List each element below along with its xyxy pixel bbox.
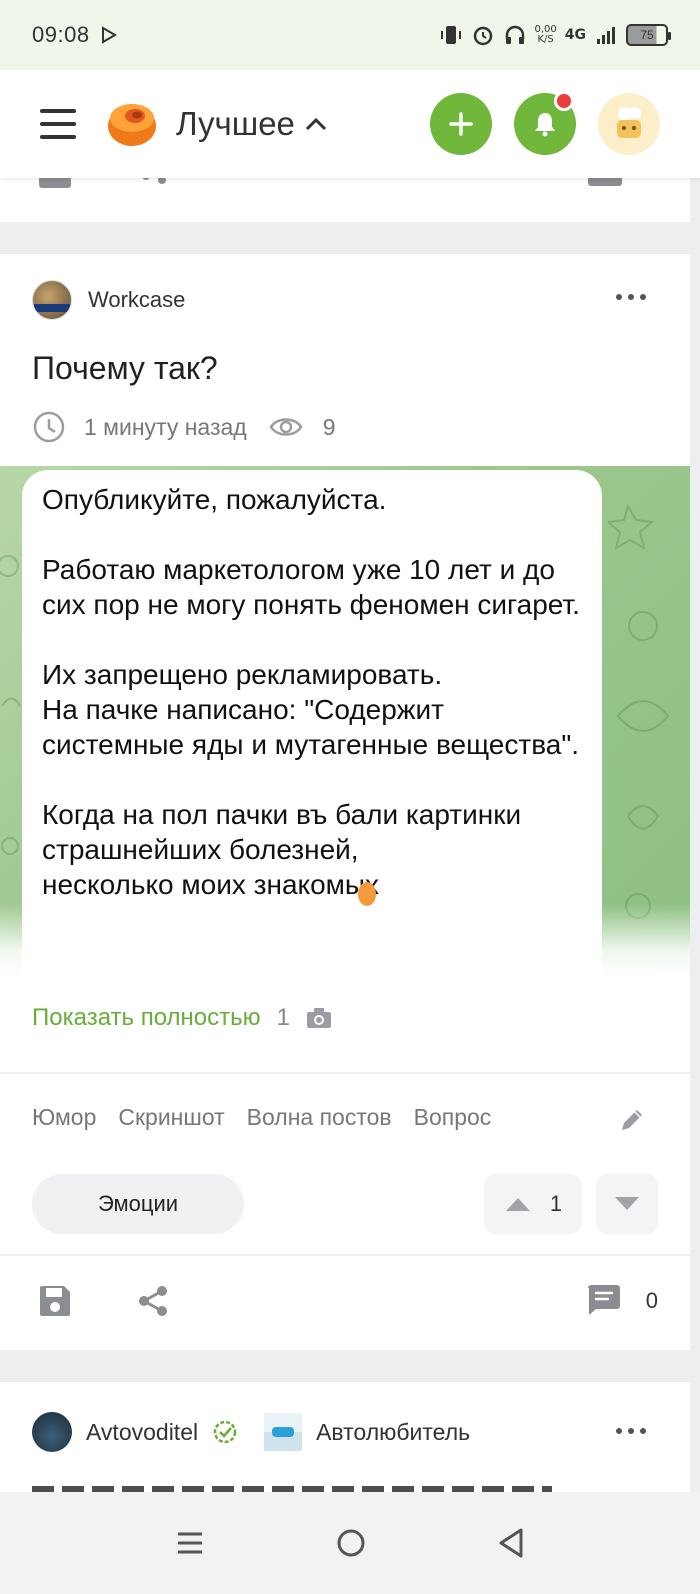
battery-icon: 75: [626, 24, 671, 46]
tag-item[interactable]: Вопрос: [414, 1104, 492, 1131]
views-count: 9: [322, 413, 336, 440]
rating-value: 1: [549, 1191, 563, 1216]
community-name[interactable]: Автолюбитель: [316, 1419, 470, 1446]
post-author[interactable]: Workcase: [32, 280, 185, 320]
photo-count: 1: [276, 1004, 290, 1031]
screenshot-text: Опубликуйте, пожалуйста. Работаю маркето…: [42, 484, 580, 900]
previous-post-actions: [0, 164, 690, 222]
show-full-row: Показать полностью 1: [32, 1004, 332, 1032]
status-time: 09:08: [32, 22, 90, 47]
plus-icon: [449, 112, 473, 136]
tag-item[interactable]: Волна постов: [247, 1104, 392, 1131]
menu-icon[interactable]: [40, 109, 76, 139]
author-name[interactable]: Avtovoditel: [86, 1419, 198, 1446]
home-icon[interactable]: [335, 1527, 367, 1559]
notification-dot: [554, 91, 574, 111]
more-options-icon[interactable]: [616, 294, 646, 300]
system-nav-bar: [0, 1492, 700, 1594]
post-meta: 1 минуту назад 9: [32, 410, 336, 444]
headphones-icon: [505, 25, 524, 44]
downvote-button[interactable]: [596, 1174, 658, 1234]
show-full-link[interactable]: Показать полностью: [32, 1004, 261, 1032]
camera-icon: [306, 1008, 331, 1028]
app-header: Лучшее: [0, 70, 700, 178]
save-icon[interactable]: [38, 1284, 72, 1318]
status-bar: 09:08 0,00 K/S 4G 75: [0, 0, 700, 70]
create-post-button[interactable]: [430, 93, 492, 155]
post-tags: Юмор Скриншот Волна постов Вопрос: [32, 1104, 491, 1131]
post-title[interactable]: Почему так?: [32, 350, 218, 387]
post-card: Workcase Почему так? 1 минуту назад 9 Оп…: [0, 254, 690, 1350]
alarm-icon: [473, 26, 492, 46]
upvote-button[interactable]: 1: [484, 1174, 582, 1234]
arrow-down-icon: [615, 1197, 639, 1210]
page-title[interactable]: Лучшее: [176, 105, 295, 143]
next-post-card: Avtovoditel Автолюбитель: [0, 1382, 690, 1502]
bell-icon: [535, 113, 555, 137]
notifications-button[interactable]: [514, 91, 576, 155]
emotions-button[interactable]: Эмоции: [32, 1174, 244, 1234]
screenshot-message: Опубликуйте, пожалуйста. Работаю маркето…: [22, 470, 602, 974]
comments-count[interactable]: 0: [646, 1288, 658, 1314]
post-image[interactable]: Опубликуйте, пожалуйста. Работаю маркето…: [0, 466, 690, 974]
share-icon[interactable]: [136, 1284, 170, 1318]
play-store-icon: [101, 26, 117, 44]
post-actions: 0: [0, 1278, 690, 1328]
recent-apps-icon[interactable]: [175, 1528, 205, 1558]
pencil-icon[interactable]: [618, 1106, 646, 1134]
back-icon[interactable]: [497, 1527, 525, 1559]
more-options-icon[interactable]: [616, 1428, 646, 1434]
chevron-up-icon[interactable]: [305, 117, 327, 131]
avatar[interactable]: [598, 93, 660, 155]
signal-icon: [597, 27, 615, 44]
tag-item[interactable]: Скриншот: [118, 1104, 224, 1131]
vibrate-icon: [440, 26, 461, 44]
author-avatar[interactable]: [32, 1412, 72, 1452]
network-type: 4G: [564, 27, 586, 43]
arrow-up-icon: [505, 1198, 530, 1211]
pikabu-logo[interactable]: [104, 96, 160, 152]
clock-icon: [33, 411, 65, 443]
tag-item[interactable]: Юмор: [32, 1104, 96, 1131]
verified-icon: [213, 1420, 237, 1444]
post-time: 1 минуту назад: [84, 413, 247, 440]
author-avatar[interactable]: [32, 280, 72, 320]
author-name[interactable]: Workcase: [88, 287, 185, 313]
comment-icon[interactable]: [586, 1284, 622, 1318]
community-avatar[interactable]: [264, 1413, 303, 1451]
next-post-author: Avtovoditel Автолюбитель: [32, 1412, 470, 1452]
net-speed: 0,00 K/S: [534, 24, 557, 45]
eye-icon: [269, 418, 303, 436]
censor-mark: [358, 882, 376, 906]
